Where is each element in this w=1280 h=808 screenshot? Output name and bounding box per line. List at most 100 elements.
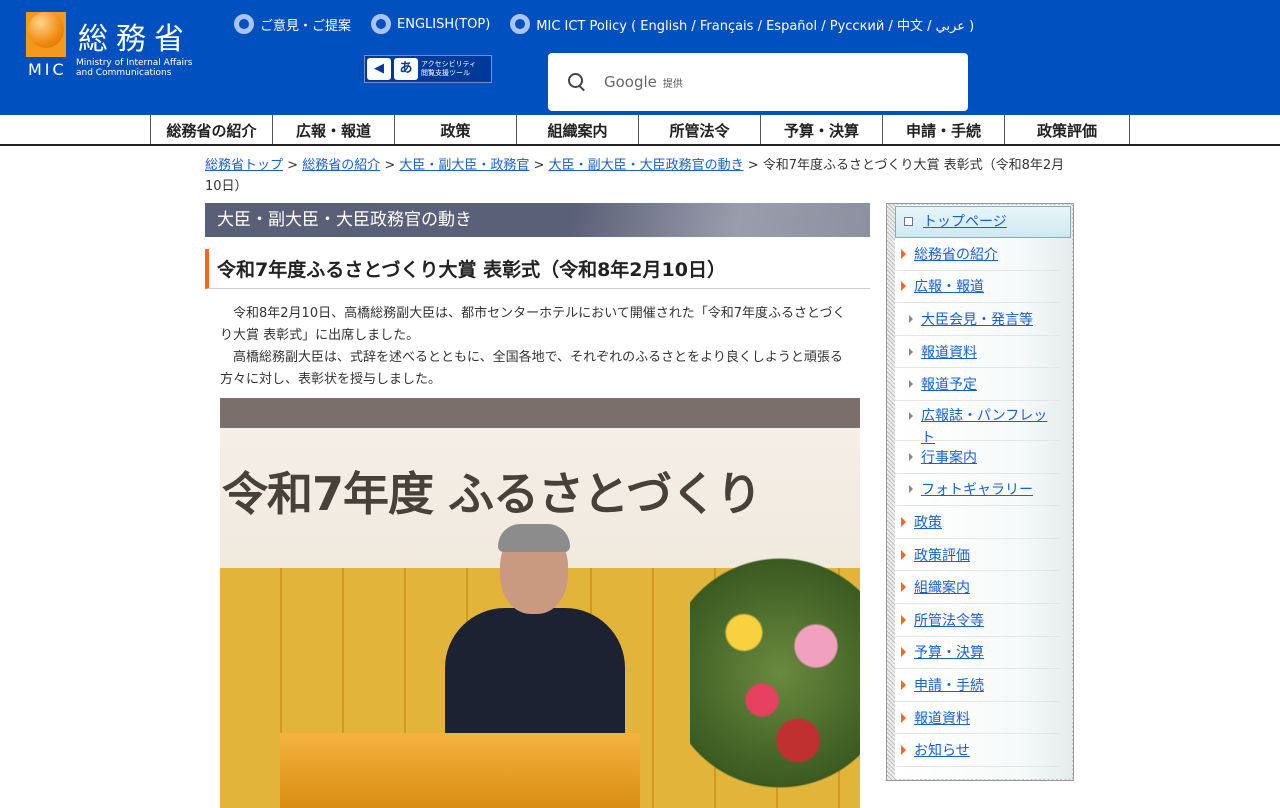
square-icon bbox=[904, 217, 913, 226]
arrow-icon bbox=[909, 485, 913, 494]
radio-icon bbox=[371, 14, 392, 34]
breadcrumb-separator: > bbox=[380, 158, 400, 173]
sidebar-item[interactable]: 報道資料 bbox=[895, 336, 1060, 369]
paragraph: 令和8年2月10日、高橋総務副大臣は、都市センターホテルにおいて開催された「令和… bbox=[220, 306, 846, 343]
arrow-icon bbox=[901, 614, 906, 625]
arrow-icon bbox=[901, 582, 906, 593]
sidebar-link[interactable]: 広報・報道 bbox=[914, 276, 984, 296]
nav-policy[interactable]: 政策 bbox=[395, 115, 517, 144]
arrow-icon bbox=[909, 380, 913, 389]
article-body: 令和8年2月10日、高橋総務副大臣は、都市センターホテルにおいて開催された「令和… bbox=[205, 289, 870, 391]
sidebar-link[interactable]: 報道資料 bbox=[921, 342, 977, 362]
nav-organization[interactable]: 組織案内 bbox=[517, 115, 639, 144]
access-line: 閲覧支援ツール bbox=[421, 69, 470, 77]
link-label: MIC ICT Policy ( English / Français / Es… bbox=[536, 18, 975, 34]
breadcrumb-separator: > bbox=[283, 158, 303, 173]
sidebar-item[interactable]: 広報誌・パンフレット bbox=[895, 401, 1060, 446]
sidebar-item[interactable]: 政策 bbox=[895, 506, 1060, 539]
logo-kanji: 総務省 bbox=[78, 22, 192, 57]
sidebar-item[interactable]: 政策評価 bbox=[895, 539, 1060, 572]
search-icon[interactable] bbox=[566, 71, 588, 93]
sidebar-item[interactable]: 所管法令等 bbox=[895, 604, 1060, 637]
sidebar-item[interactable]: 報道資料 bbox=[895, 702, 1060, 735]
sidebar-item[interactable]: フォトギャラリー bbox=[895, 474, 1060, 507]
arrow-icon bbox=[901, 281, 906, 292]
sidebar-link[interactable]: 組織案内 bbox=[914, 577, 970, 597]
sidebar-item[interactable]: 報道予定 bbox=[895, 368, 1060, 401]
arrow-icon bbox=[909, 411, 913, 420]
logo-en-line: and Communications bbox=[76, 68, 172, 78]
radio-icon bbox=[510, 14, 531, 34]
breadcrumb-link[interactable]: 大臣・副大臣・政務官 bbox=[399, 158, 529, 173]
sidebar-link[interactable]: 予算・決算 bbox=[914, 642, 984, 662]
arrow-icon bbox=[901, 647, 906, 658]
sidebar-item[interactable]: 申請・手続 bbox=[895, 669, 1060, 702]
sidebar-item[interactable]: 組織案内 bbox=[895, 571, 1060, 604]
sidebar-item[interactable]: 総務省の紹介 bbox=[895, 238, 1060, 271]
breadcrumb: 総務省トップ > 総務省の紹介 > 大臣・副大臣・政務官 > 大臣・副大臣・大臣… bbox=[205, 155, 1065, 197]
sidebar-link[interactable]: 申請・手続 bbox=[914, 675, 984, 695]
accessibility-tool-button[interactable]: ◀ あ アクセシビリティ 閲覧支援ツール bbox=[364, 55, 492, 83]
nav-laws[interactable]: 所管法令 bbox=[639, 115, 761, 144]
sidebar-item[interactable]: 予算・決算 bbox=[895, 637, 1060, 670]
sidebar-item[interactable]: 大臣会見・発言等 bbox=[895, 303, 1060, 336]
speaker-icon: ◀ bbox=[367, 58, 391, 80]
google-brand: Google bbox=[604, 73, 657, 91]
breadcrumb-separator: > bbox=[529, 158, 549, 173]
sidebar-link[interactable]: 報道資料 bbox=[914, 708, 970, 728]
sidebar-link[interactable]: 大臣会見・発言等 bbox=[921, 309, 1033, 329]
nav-about[interactable]: 総務省の紹介 bbox=[151, 115, 273, 144]
breadcrumb-link[interactable]: 総務省トップ bbox=[205, 158, 283, 173]
sidebar-item[interactable]: 広報・報道 bbox=[895, 271, 1060, 304]
sidebar-link[interactable]: 報道予定 bbox=[921, 374, 977, 394]
breadcrumb-link[interactable]: 総務省の紹介 bbox=[302, 158, 380, 173]
link-label: ENGLISH(TOP) bbox=[397, 16, 491, 32]
arrow-icon bbox=[901, 712, 906, 723]
sidebar-nav: トップページ 総務省の紹介 広報・報道 大臣会見・発言等 報道資料 報道予定 広報誌・パン… bbox=[886, 203, 1074, 781]
global-nav: 総務省の紹介 広報・報道 政策 組織案内 所管法令 予算・決算 申請・手続 政策… bbox=[0, 115, 1280, 146]
radio-icon bbox=[234, 14, 254, 34]
arrow-icon bbox=[909, 452, 913, 461]
top-links: ご意見・ご提案 ENGLISH(TOP) MIC ICT Policy ( En… bbox=[234, 14, 974, 34]
sidebar-link[interactable]: 広報誌・パンフレット bbox=[921, 405, 1060, 449]
search-box[interactable]: Google 提供 bbox=[548, 53, 968, 111]
sidebar-link[interactable]: 政策評価 bbox=[914, 545, 970, 565]
event-photo: 令和7年度 ふるさとづくり bbox=[220, 398, 860, 808]
ict-policy-link[interactable]: MIC ICT Policy ( English / Français / Es… bbox=[510, 14, 974, 34]
nav-budget[interactable]: 予算・決算 bbox=[761, 115, 883, 144]
photo-banner-text: 令和7年度 ふるさとづくり bbox=[222, 467, 762, 521]
sidebar-link[interactable]: 行事案内 bbox=[921, 447, 977, 467]
nav-applications[interactable]: 申請・手続 bbox=[883, 115, 1005, 144]
page-title: 令和7年度ふるさとづくり大賞 表彰式（令和8年2月10日） bbox=[205, 249, 870, 289]
nav-press[interactable]: 広報・報道 bbox=[273, 115, 395, 144]
logo-en-line: Ministry of Internal Affairs bbox=[76, 58, 193, 68]
feedback-link[interactable]: ご意見・ご提案 bbox=[234, 14, 351, 34]
arrow-icon bbox=[901, 679, 906, 690]
hiragana-icon: あ bbox=[394, 58, 418, 80]
breadcrumb-separator: > bbox=[743, 158, 763, 173]
logo-mic: MIC bbox=[28, 60, 67, 79]
arrow-icon bbox=[901, 248, 906, 259]
sidebar-link[interactable]: 総務省の紹介 bbox=[914, 244, 998, 264]
mic-logo[interactable]: 総務省 MIC Ministry of Internal Affairs and … bbox=[26, 12, 211, 82]
logo-english: Ministry of Internal Affairs and Communic… bbox=[76, 58, 192, 78]
google-suffix: 提供 bbox=[662, 78, 683, 90]
link-label: ご意見・ご提案 bbox=[260, 18, 352, 34]
sidebar-item[interactable]: お知らせ bbox=[895, 734, 1060, 767]
sidebar-top-link[interactable]: トップページ bbox=[923, 214, 1007, 230]
sidebar-link[interactable]: フォトギャラリー bbox=[921, 479, 1033, 499]
sidebar-link[interactable]: 政策 bbox=[914, 512, 942, 532]
sidebar-top-page[interactable]: トップページ bbox=[895, 206, 1071, 238]
english-link[interactable]: ENGLISH(TOP) bbox=[371, 14, 490, 34]
accessibility-label: アクセシビリティ 閲覧支援ツール bbox=[421, 60, 476, 78]
arrow-icon bbox=[901, 745, 906, 756]
breadcrumb-link[interactable]: 大臣・副大臣・大臣政務官の動き bbox=[549, 158, 744, 173]
arrow-icon bbox=[909, 314, 913, 323]
arrow-icon bbox=[901, 516, 906, 527]
main-content: 大臣・副大臣・大臣政務官の動き 令和7年度ふるさとづくり大賞 表彰式（令和8年2… bbox=[205, 203, 870, 808]
section-title: 大臣・副大臣・大臣政務官の動き bbox=[205, 203, 870, 237]
nav-evaluation[interactable]: 政策評価 bbox=[1005, 115, 1130, 144]
sidebar-link[interactable]: 所管法令等 bbox=[914, 610, 984, 630]
sidebar-link[interactable]: お知らせ bbox=[914, 740, 970, 760]
logo-mark bbox=[26, 12, 66, 57]
